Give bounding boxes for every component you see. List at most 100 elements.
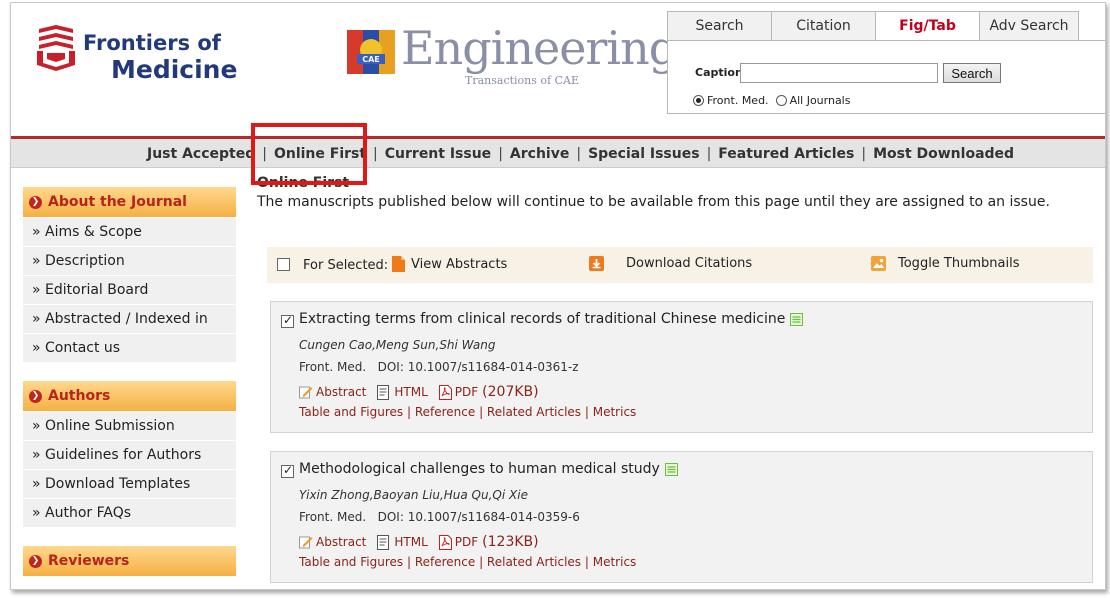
pdf-icon bbox=[438, 534, 452, 550]
related-articles-link[interactable]: Related Articles bbox=[487, 405, 581, 419]
article-title-text: Extracting terms from clinical records o… bbox=[299, 311, 786, 327]
nav-current-issue[interactable]: Current Issue bbox=[385, 146, 491, 162]
radio-front-med-label: Front. Med. bbox=[707, 94, 769, 107]
sidebar-item-editorial-board[interactable]: » Editorial Board bbox=[23, 275, 236, 304]
nav-separator: | bbox=[861, 145, 867, 162]
sidebar-heading-label: Reviewers bbox=[48, 553, 130, 569]
highlight-annotation-box bbox=[251, 123, 367, 185]
engineering-logo[interactable]: Engineering Transactions of CAE bbox=[401, 21, 678, 87]
toggle-thumbnails-button[interactable]: Toggle Thumbnails bbox=[871, 256, 1019, 271]
sidebar-item-guidelines[interactable]: » Guidelines for Authors bbox=[23, 440, 236, 469]
frontiers-medicine-logo-icon[interactable] bbox=[35, 25, 77, 75]
download-citations-label: Download Citations bbox=[626, 256, 753, 271]
article-title[interactable]: Methodological challenges to human medic… bbox=[299, 461, 678, 477]
sidebar-item-abstracted-indexed[interactable]: » Abstracted / Indexed in bbox=[23, 304, 236, 333]
article-title-text: Methodological challenges to human medic… bbox=[299, 461, 660, 477]
metrics-link[interactable]: Metrics bbox=[593, 405, 637, 419]
tab-adv-search[interactable]: Adv Search bbox=[979, 11, 1079, 41]
sidebar-item-aims-scope[interactable]: » Aims & Scope bbox=[23, 217, 236, 246]
for-selected-label: For Selected: bbox=[303, 258, 389, 273]
table-figures-link[interactable]: Table and Figures bbox=[299, 555, 403, 569]
nav-special-issues[interactable]: Special Issues bbox=[588, 146, 700, 162]
article-journal: Front. Med. bbox=[299, 510, 367, 524]
search-button[interactable]: Search bbox=[943, 63, 1001, 83]
article-title[interactable]: Extracting terms from clinical records o… bbox=[299, 311, 804, 327]
main-content: Online First The manuscripts published b… bbox=[257, 175, 1099, 583]
article-checkbox[interactable] bbox=[281, 463, 294, 478]
article-doi[interactable]: DOI: 10.1007/s11684-014-0361-z bbox=[378, 360, 579, 374]
html-link[interactable]: HTML bbox=[394, 535, 427, 549]
journal-name-line1: Frontiers of bbox=[83, 31, 221, 55]
html-document-icon bbox=[377, 384, 390, 400]
html-document-icon bbox=[377, 534, 390, 550]
article-related-links: Table and Figures | Reference | Related … bbox=[299, 555, 637, 569]
toggle-thumbnails-label: Toggle Thumbnails bbox=[898, 256, 1020, 271]
download-citations-button[interactable]: Download Citations bbox=[589, 256, 752, 271]
download-icon bbox=[589, 256, 604, 271]
reference-link[interactable]: Reference bbox=[415, 405, 475, 419]
engineering-title: Engineering bbox=[401, 21, 678, 75]
image-icon bbox=[871, 256, 886, 271]
sidebar-item-contact-us[interactable]: » Contact us bbox=[23, 333, 236, 362]
pdf-link[interactable]: PDF bbox=[455, 535, 478, 549]
tab-adv-search-label: Adv Search bbox=[989, 18, 1069, 34]
sidebar-heading-about[interactable]: ❯ About the Journal bbox=[23, 187, 236, 217]
tab-fig-tab-label: Fig/Tab bbox=[899, 18, 956, 34]
table-figures-link[interactable]: Table and Figures bbox=[299, 405, 403, 419]
article-checkbox[interactable] bbox=[281, 313, 294, 328]
sidebar-item-online-submission[interactable]: » Online Submission bbox=[23, 411, 236, 440]
article-doi[interactable]: DOI: 10.1007/s11684-014-0359-6 bbox=[378, 510, 580, 524]
pencil-edit-icon bbox=[299, 386, 313, 399]
metrics-link[interactable]: Metrics bbox=[593, 555, 637, 569]
sidebar-heading-reviewers[interactable]: ❯ Reviewers bbox=[23, 546, 236, 576]
nav-most-downloaded[interactable]: Most Downloaded bbox=[873, 146, 1014, 162]
sidebar-item-description[interactable]: » Description bbox=[23, 246, 236, 275]
selection-toolbar: For Selected: View Abstracts Download Ci… bbox=[267, 247, 1093, 283]
tab-search[interactable]: Search bbox=[667, 11, 771, 41]
html-link[interactable]: HTML bbox=[394, 385, 427, 399]
search-tabs: Search Citation Fig/Tab Adv Search bbox=[667, 11, 1105, 41]
list-icon bbox=[790, 312, 804, 326]
reference-link[interactable]: Reference bbox=[415, 555, 475, 569]
nav-separator: | bbox=[498, 145, 503, 162]
article-authors: Yixin Zhong,Baoyan Liu,Hua Qu,Qi Xie bbox=[299, 488, 528, 502]
sidebar-item-author-faqs[interactable]: » Author FAQs bbox=[23, 498, 236, 527]
caption-input[interactable] bbox=[740, 63, 938, 83]
search-panel: Search Citation Fig/Tab Adv Search Capti… bbox=[667, 11, 1105, 115]
page-title: Online First bbox=[257, 175, 350, 191]
pdf-size: (207KB) bbox=[482, 384, 539, 400]
view-abstracts-button[interactable]: View Abstracts bbox=[392, 256, 507, 272]
abstract-link[interactable]: Abstract bbox=[316, 535, 366, 549]
abstract-link[interactable]: Abstract bbox=[316, 385, 366, 399]
sidebar-heading-label: About the Journal bbox=[48, 194, 187, 210]
tab-citation-label: Citation bbox=[796, 18, 851, 34]
pdf-link[interactable]: PDF bbox=[455, 385, 478, 399]
nav-archive[interactable]: Archive bbox=[510, 146, 569, 162]
page-frame: Frontiers of Medicine CAE Engineering Tr… bbox=[10, 2, 1106, 590]
view-abstracts-label: View Abstracts bbox=[411, 256, 508, 272]
sidebar-item-download-templates[interactable]: » Download Templates bbox=[23, 469, 236, 498]
radio-front-med[interactable] bbox=[693, 95, 704, 106]
article-authors: Cungen Cao,Meng Sun,Shi Wang bbox=[299, 338, 496, 352]
nav-separator: | bbox=[576, 145, 582, 162]
cae-logo-text: CAE bbox=[362, 55, 380, 64]
pdf-icon bbox=[438, 384, 452, 400]
cae-logo-icon[interactable]: CAE bbox=[347, 30, 395, 78]
nav-just-accepted[interactable]: Just Accepted bbox=[147, 146, 255, 162]
chevron-right-icon: ❯ bbox=[29, 389, 42, 403]
chevron-right-icon: ❯ bbox=[29, 554, 42, 568]
nav-featured-articles[interactable]: Featured Articles bbox=[718, 146, 854, 162]
article-journal: Front. Med. bbox=[299, 360, 367, 374]
article-related-links: Table and Figures | Reference | Related … bbox=[299, 405, 637, 419]
tab-citation[interactable]: Citation bbox=[771, 11, 875, 41]
page-description: The manuscripts published below will con… bbox=[257, 194, 1050, 210]
journal-name-line2: Medicine bbox=[111, 55, 238, 84]
journal-scope-radios: Front. Med. All Journals bbox=[693, 94, 850, 107]
radio-all-journals[interactable] bbox=[775, 95, 787, 106]
search-form: Caption Search Front. Med. All Journals bbox=[667, 40, 1105, 114]
journal-name[interactable]: Frontiers of Medicine bbox=[83, 31, 237, 85]
select-all-checkbox[interactable] bbox=[277, 258, 290, 271]
tab-fig-tab[interactable]: Fig/Tab bbox=[875, 11, 979, 41]
related-articles-link[interactable]: Related Articles bbox=[487, 555, 581, 569]
sidebar-heading-authors[interactable]: ❯ Authors bbox=[23, 381, 236, 411]
